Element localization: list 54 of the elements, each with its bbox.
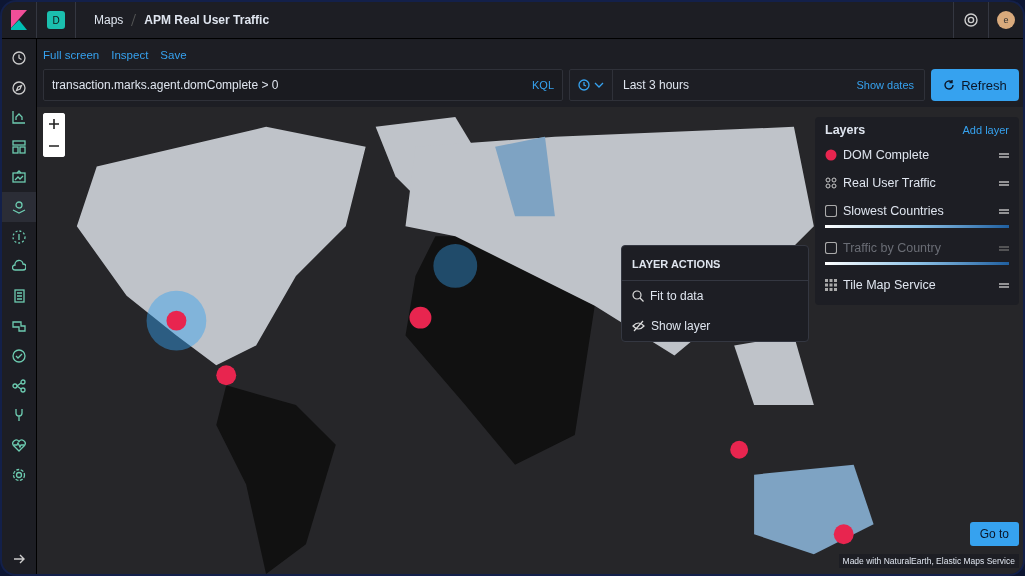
cloud-icon (12, 259, 26, 274)
space-avatar[interactable]: D (47, 11, 65, 29)
drag-handle-icon[interactable] (999, 180, 1009, 186)
grid-icon (825, 279, 837, 291)
dashboard-icon (12, 140, 26, 155)
dotted-circle-icon (12, 229, 26, 244)
eye-slash-icon (632, 320, 645, 332)
breadcrumb[interactable]: Maps (94, 13, 124, 27)
nodes-icon (12, 378, 26, 393)
popover-title: LAYER ACTIONS (622, 246, 808, 281)
time-range: Last 3 hours (622, 78, 691, 92)
clock-icon (578, 79, 590, 91)
panel-title: Layers (825, 123, 866, 137)
search-icon (632, 290, 644, 302)
add-layer-link[interactable]: Add layer (962, 124, 1009, 136)
canvas-icon (12, 170, 26, 185)
toolbar-link[interactable]: Inspect (111, 49, 149, 61)
show-dates-link[interactable]: Show dates (856, 79, 924, 91)
refresh-button[interactable]: Refresh (931, 69, 1019, 101)
clock-icon (12, 50, 26, 65)
document-icon (12, 289, 26, 304)
drag-handle-icon[interactable] (999, 282, 1009, 288)
attribution-text: Made with NaturalEarth, Elastic Maps Service (838, 554, 1019, 568)
menu-item[interactable]: Fit to data (622, 281, 808, 311)
menu-item[interactable]: Show layer (622, 311, 808, 341)
drag-handle-icon[interactable] (999, 152, 1009, 158)
chart-icon (12, 110, 26, 125)
drag-handle-icon[interactable] (999, 245, 1009, 251)
cluster-icon (825, 177, 837, 189)
go-to-button[interactable]: Go to (969, 522, 1019, 546)
user-avatar[interactable]: e (997, 11, 1015, 29)
language-link[interactable]: KQL (532, 79, 554, 91)
help-icon[interactable] (964, 13, 978, 27)
compass-icon (12, 80, 26, 95)
chevron-down-icon (594, 82, 604, 88)
plus-icon (49, 119, 59, 129)
breadcrumb: APM Real User Traffic (144, 13, 270, 27)
settings-icon (12, 468, 26, 483)
toolbar-link[interactable]: Save (160, 49, 187, 61)
layer-item[interactable]: Slowest Countries (825, 197, 1009, 225)
query-field[interactable]: transaction.marks.agent.domComplete > 0 KQL (43, 69, 563, 101)
breadcrumb-separator-icon (131, 14, 137, 26)
nav-item[interactable] (2, 192, 36, 222)
layer-item[interactable]: DOM Complete (825, 141, 1009, 169)
refresh-icon (943, 79, 956, 91)
drag-handle-icon[interactable] (999, 208, 1009, 214)
logo-icon[interactable] (11, 10, 27, 30)
expand-arrow-icon[interactable] (13, 553, 25, 566)
layer-item[interactable]: Real User Traffic (825, 169, 1009, 197)
toolbar-link[interactable]: Full screen (43, 49, 100, 61)
map-pin-icon (12, 199, 26, 214)
layer-item[interactable]: Tile Map Service (825, 271, 1009, 299)
check-icon (12, 348, 26, 363)
heart-icon (12, 438, 26, 453)
